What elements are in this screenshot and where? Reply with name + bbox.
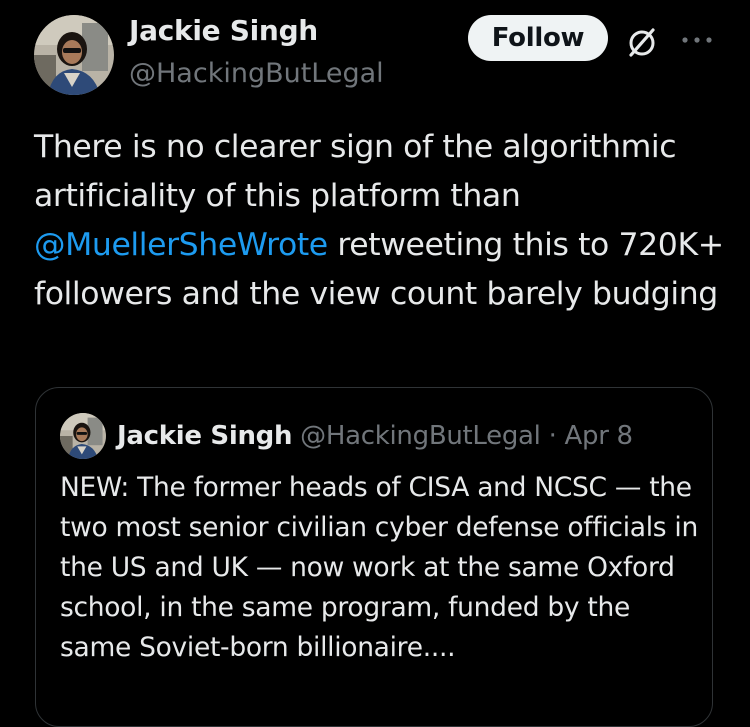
follow-button[interactable]: Follow [468,15,608,61]
quoted-tweet-body: NEW: The former heads of CISA and NCSC —… [60,472,698,663]
quoted-tweet-date[interactable]: Apr 8 [565,421,634,451]
tweet-text: There is no clearer sign of the algorith… [34,123,724,319]
grok-icon[interactable] [622,22,662,62]
quoted-tweet-text: NEW: The former heads of CISA and NCSC —… [60,468,700,668]
mention-link[interactable]: @MuellerSheWrote [34,227,328,263]
quoted-author-avatar[interactable] [60,413,106,459]
author-name[interactable]: Jackie Singh [129,14,318,47]
more-horizontal-icon[interactable] [680,32,714,46]
quoted-separator: · [548,421,557,451]
author-avatar[interactable] [34,15,114,95]
author-handle[interactable]: @HackingButLegal [129,58,384,89]
quoted-author-handle[interactable]: @HackingButLegal [300,421,541,451]
tweet-text-before-mention: There is no clearer sign of the algorith… [34,129,677,214]
quoted-author-name[interactable]: Jackie Singh [117,421,293,451]
quoted-tweet-header: Jackie Singh @HackingButLegal · Apr 8 [117,419,633,453]
